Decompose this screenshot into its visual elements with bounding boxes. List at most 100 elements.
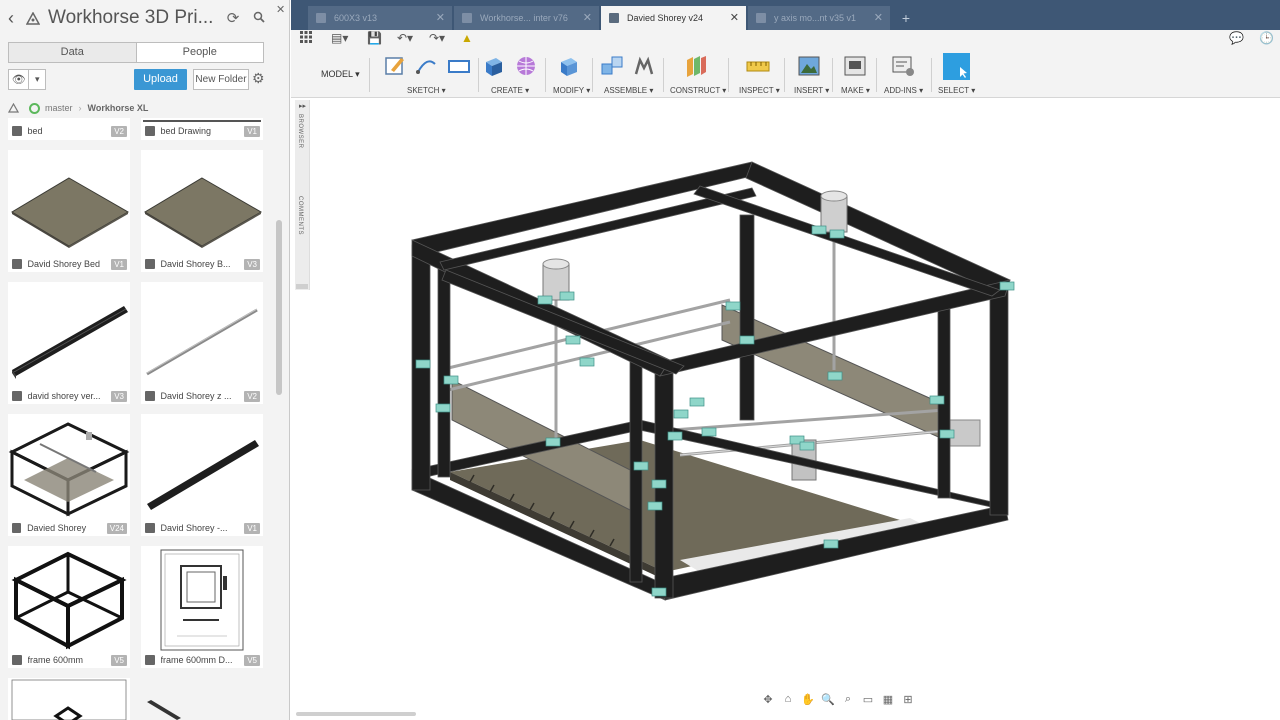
tab-document[interactable]: y axis mo...nt v35 v1 ✕	[748, 6, 890, 30]
tab-label: 600X3 v13	[334, 13, 378, 23]
file-name: David Shorey B...	[160, 259, 231, 269]
insert-image-icon[interactable]	[797, 54, 821, 78]
close-tab-icon[interactable]: ✕	[583, 6, 592, 30]
zoom-icon[interactable]: 🔍	[820, 693, 836, 706]
version-badge: V5	[244, 654, 260, 666]
back-arrow-icon[interactable]: ‹	[0, 8, 22, 29]
line-tool-icon[interactable]	[415, 54, 439, 78]
new-component-icon[interactable]	[600, 54, 624, 78]
file-name: David Shorey z ...	[160, 391, 232, 401]
undo-icon[interactable]: ↶▾	[397, 31, 413, 45]
bed-plate-thumbnail	[11, 177, 130, 248]
construct-menu[interactable]: CONSTRUCT ▾	[670, 86, 726, 95]
new-tab-button[interactable]: +	[896, 8, 916, 28]
breadcrumb-folder[interactable]: Workhorse XL	[88, 103, 149, 113]
frame-thumbnail	[11, 679, 127, 720]
job-status-icon[interactable]: ▲	[461, 31, 473, 45]
breadcrumb-branch[interactable]: master	[45, 103, 73, 113]
ribbon-separator	[728, 58, 729, 92]
notifications-icon[interactable]: 💬	[1229, 31, 1244, 45]
new-folder-button[interactable]: New Folder	[193, 69, 249, 90]
branch-icon	[29, 102, 40, 114]
scripts-addins-icon[interactable]	[891, 54, 915, 78]
eye-icon: 👁	[11, 74, 26, 86]
file-card[interactable]: David Shorey Bed V1	[8, 150, 130, 272]
file-card[interactable]: frame 600mm D... V5	[141, 546, 263, 668]
press-pull-icon[interactable]	[557, 54, 581, 78]
search-icon[interactable]	[248, 10, 270, 27]
view-filter-button[interactable]: 👁 ▾	[8, 69, 46, 90]
viewports-icon[interactable]: ⊞	[900, 693, 916, 706]
look-at-icon[interactable]: ⌂	[780, 693, 796, 705]
browser-tab[interactable]: BROWSER	[297, 114, 303, 149]
rectangle-tool-icon[interactable]	[447, 54, 471, 78]
select-icon[interactable]	[943, 53, 970, 80]
select-menu[interactable]: SELECT ▾	[938, 86, 975, 95]
save-icon[interactable]: 💾	[367, 31, 382, 45]
file-card[interactable]: david shorey ver... V3	[8, 282, 130, 404]
expand-icon[interactable]: ▸▸	[299, 102, 306, 110]
close-tab-icon[interactable]: ✕	[874, 6, 883, 30]
sketch-menu[interactable]: SKETCH ▾	[407, 86, 446, 95]
display-settings-icon[interactable]: ▭	[860, 693, 876, 706]
tab-document[interactable]: 600X3 v13 ✕	[308, 6, 452, 30]
version-badge: V1	[244, 522, 260, 534]
inspect-menu[interactable]: INSPECT ▾	[739, 86, 780, 95]
file-card[interactable]	[141, 678, 263, 720]
inspect-label: INSPECT	[739, 86, 774, 95]
tab-data[interactable]: Data	[9, 43, 136, 62]
pan-icon[interactable]: ✋	[800, 693, 816, 706]
hub-icon[interactable]	[8, 103, 19, 113]
file-card[interactable]: bed V2	[8, 118, 130, 140]
version-badge: V1	[244, 125, 260, 137]
offset-plane-icon[interactable]	[684, 54, 708, 78]
make-menu[interactable]: MAKE ▾	[841, 86, 870, 95]
file-card[interactable]: David Shorey B... V3	[141, 150, 263, 272]
close-tab-icon[interactable]: ✕	[730, 6, 739, 30]
zoom-window-icon[interactable]: ⌕	[840, 693, 856, 706]
history-icon[interactable]: 🕒	[1259, 31, 1274, 45]
measure-icon[interactable]	[746, 54, 770, 78]
grid-settings-icon[interactable]: ▦	[880, 693, 896, 706]
comments-tab[interactable]: COMMENTS	[297, 196, 303, 235]
viewport-canvas[interactable]	[311, 98, 1280, 710]
component-icon	[12, 259, 22, 269]
extrude-icon[interactable]	[482, 54, 506, 78]
3d-print-icon[interactable]	[843, 54, 867, 78]
redo-icon[interactable]: ↷▾	[429, 31, 445, 45]
tab-label: y axis mo...nt v35 v1	[774, 13, 857, 23]
file-card[interactable]: frame 600mm V5	[8, 546, 130, 668]
insert-menu[interactable]: INSERT ▾	[794, 86, 829, 95]
upload-button[interactable]: Upload	[134, 69, 187, 90]
close-panel-icon[interactable]: ✕	[276, 3, 285, 16]
file-card[interactable]: David Shorey z ... V2	[141, 282, 263, 404]
modify-menu[interactable]: MODIFY ▾	[553, 86, 590, 95]
close-tab-icon[interactable]: ✕	[436, 6, 445, 30]
refresh-icon[interactable]: ⟳	[222, 9, 244, 27]
tab-people[interactable]: People	[137, 43, 264, 62]
file-card[interactable]: Davied Shorey V24	[8, 414, 130, 536]
create-sketch-icon[interactable]	[383, 54, 407, 78]
addins-menu[interactable]: ADD-INS ▾	[884, 86, 923, 95]
joint-icon[interactable]	[632, 54, 656, 78]
strip-handle[interactable]	[296, 284, 308, 289]
workspace-dropdown[interactable]: MODEL ▾	[321, 69, 360, 80]
panel-scrollbar[interactable]	[276, 220, 282, 395]
horizontal-scrollbar[interactable]	[296, 712, 416, 716]
tab-document-active[interactable]: Davied Shorey v24 ✕	[601, 6, 746, 30]
file-card[interactable]: bed Drawing V1	[141, 118, 263, 140]
gear-icon[interactable]: ⚙	[252, 70, 265, 87]
navigation-toolbar: ✥ ⌂ ✋ 🔍 ⌕ ▭ ▦ ⊞	[760, 690, 916, 708]
file-name: Davied Shorey	[27, 523, 87, 533]
tab-document[interactable]: Workhorse... inter v76 ✕	[454, 6, 599, 30]
create-menu[interactable]: CREATE ▾	[491, 86, 529, 95]
sphere-icon[interactable]	[514, 54, 538, 78]
quick-access-bar: ▤▾ 💾 ↶▾ ↷▾ ▲ 💬 🕒	[291, 30, 1280, 48]
orbit-icon[interactable]: ✥	[760, 693, 776, 706]
drawing-frame-edge	[143, 120, 261, 122]
file-card[interactable]	[8, 678, 130, 720]
grid-menu-icon[interactable]	[300, 31, 312, 46]
assemble-menu[interactable]: ASSEMBLE ▾	[604, 86, 653, 95]
file-card[interactable]: David Shorey -... V1	[141, 414, 263, 536]
file-menu-icon[interactable]: ▤▾	[331, 31, 348, 45]
